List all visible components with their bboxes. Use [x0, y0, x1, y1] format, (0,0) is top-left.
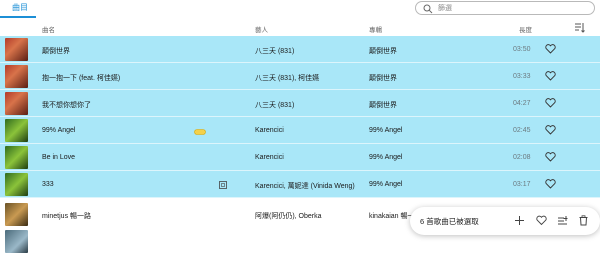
- column-header: 曲名 藝人 專輯 長度: [0, 18, 600, 36]
- column-settings-icon[interactable]: [574, 22, 585, 33]
- column-title[interactable]: 曲名: [42, 24, 55, 34]
- track-album[interactable]: 顛倒世界: [369, 100, 397, 110]
- track-row[interactable]: 顛倒世界 八三夭 (831) 顛倒世界 03:50: [0, 36, 600, 63]
- track-duration: 03:17: [513, 181, 531, 188]
- album-art: [5, 119, 28, 142]
- column-album[interactable]: 專輯: [369, 24, 382, 34]
- filter-input[interactable]: [438, 3, 588, 13]
- column-artist[interactable]: 藝人: [255, 24, 268, 34]
- track-duration: 03:33: [513, 73, 531, 80]
- hi-res-badge-icon: [194, 129, 206, 135]
- track-artist[interactable]: 八三夭 (831): [255, 46, 294, 56]
- tab-tracks[interactable]: 曲目: [6, 2, 34, 13]
- track-title: minetjus 暢一路: [42, 213, 92, 220]
- heart-icon[interactable]: [545, 71, 556, 81]
- track-artist[interactable]: Karencici: [255, 127, 284, 134]
- add-icon[interactable]: [514, 215, 525, 226]
- heart-icon[interactable]: [545, 44, 556, 54]
- heart-icon[interactable]: [545, 179, 556, 189]
- track-title: 抱一抱一下 (feat. 柯佳嬿): [42, 75, 121, 82]
- track-artist[interactable]: 阿爆(阿仍仍), Oberka: [255, 211, 322, 221]
- album-art: [5, 146, 28, 169]
- track-duration: 03:50: [513, 46, 531, 53]
- heart-icon[interactable]: [545, 98, 556, 108]
- track-album[interactable]: 99% Angel: [369, 127, 402, 134]
- album-art: [5, 173, 28, 196]
- selection-action-bar: 6 首歌曲已被選取: [410, 207, 600, 235]
- album-art: [5, 38, 28, 61]
- top-bar: 曲目: [0, 0, 600, 18]
- explicit-badge-icon: [219, 181, 227, 189]
- album-art: [5, 65, 28, 88]
- album-art: [5, 203, 28, 226]
- track-duration: 02:08: [513, 154, 531, 161]
- column-duration[interactable]: 長度: [519, 24, 532, 34]
- track-title: 333: [42, 181, 54, 188]
- track-row[interactable]: 我不想你想你了 八三夭 (831) 顛倒世界 04:27: [0, 90, 600, 117]
- album-art: [5, 92, 28, 115]
- track-title: 我不想你想你了: [42, 102, 91, 109]
- track-duration: 02:45: [513, 127, 531, 134]
- filter-box[interactable]: [415, 1, 595, 15]
- track-album[interactable]: 99% Angel: [369, 181, 402, 188]
- heart-icon[interactable]: [536, 215, 547, 226]
- track-artist[interactable]: 八三夭 (831), 柯佳嬿: [255, 73, 319, 83]
- track-artist[interactable]: Karencici: [255, 154, 284, 161]
- track-duration: 04:27: [513, 100, 531, 107]
- track-row[interactable]: 抱一抱一下 (feat. 柯佳嬿) 八三夭 (831), 柯佳嬿 顛倒世界 03…: [0, 63, 600, 90]
- track-row[interactable]: 333 Karencici, 萬妮達 (Vinida Weng) 99% Ang…: [0, 171, 600, 198]
- add-to-queue-icon[interactable]: [557, 215, 568, 226]
- track-title: 顛倒世界: [42, 48, 70, 55]
- heart-icon[interactable]: [545, 152, 556, 162]
- track-title: Be in Love: [42, 154, 76, 161]
- track-row[interactable]: 99% Angel Karencici 99% Angel 02:45: [0, 117, 600, 144]
- album-art: [5, 230, 28, 253]
- selection-count-text: 6 首歌曲已被選取: [420, 217, 479, 226]
- track-row[interactable]: Be in Love Karencici 99% Angel 02:08: [0, 144, 600, 171]
- track-artist[interactable]: Karencici, 萬妮達 (Vinida Weng): [255, 181, 355, 191]
- track-artist[interactable]: 八三夭 (831): [255, 100, 294, 110]
- trash-icon[interactable]: [578, 215, 589, 226]
- track-album[interactable]: 顛倒世界: [369, 46, 397, 56]
- track-album[interactable]: 99% Angel: [369, 154, 402, 161]
- heart-icon[interactable]: [545, 125, 556, 135]
- track-title: 99% Angel: [42, 127, 76, 134]
- search-icon: [423, 4, 433, 14]
- track-album[interactable]: 顛倒世界: [369, 73, 397, 83]
